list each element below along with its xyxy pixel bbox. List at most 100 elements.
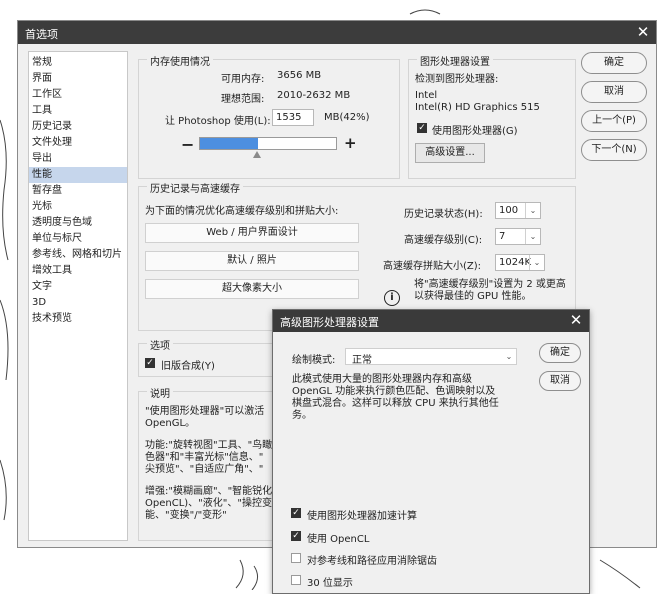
antialias-label: 对参考线和路径应用消除锯齿	[307, 556, 437, 567]
draw-mode-combo[interactable]: 正常 ⌄	[345, 348, 517, 366]
close-icon[interactable]: ✕	[634, 22, 652, 42]
cache-levels-value: 7	[499, 231, 506, 242]
advanced-gpu-titlebar: 高级图形处理器设置 ✕	[273, 310, 589, 332]
available-memory-value: 3656 MB	[277, 70, 322, 81]
antialias-checkbox[interactable]	[291, 553, 301, 563]
tile-size-value: 1024K	[499, 257, 532, 268]
gpu-model: Intel(R) HD Graphics 515	[415, 102, 540, 113]
memory-use-label: 让 Photoshop 使用(L):	[165, 116, 271, 127]
chevron-down-icon: ⌄	[525, 229, 540, 244]
nav-item-3d[interactable]: 3D	[29, 295, 127, 311]
gpu-vendor: Intel	[415, 90, 438, 101]
preferences-nav: 常规 界面 工作区 工具 历史记录 文件处理 导出 性能 暂存盘 光标 透明度与…	[28, 51, 128, 541]
memory-slider[interactable]	[199, 137, 337, 150]
nav-item-tech-preview[interactable]: 技术预览	[29, 311, 127, 327]
memory-legend: 内存使用情况	[147, 53, 213, 68]
nav-item-plugins[interactable]: 增效工具	[29, 263, 127, 279]
use-gpu-checkbox[interactable]: ✓	[417, 123, 427, 133]
opencl-label: 使用 OpenCL	[307, 534, 370, 545]
advanced-gpu-dialog: 高级图形处理器设置 ✕ 绘制模式: 正常 ⌄ 确定 取消 此模式使用大量的图形处…	[272, 309, 590, 594]
mode-desc-line1: 此模式使用大量的图形处理器内存和高级	[292, 374, 472, 385]
description-p1-line2: OpenGL。	[145, 418, 196, 429]
nav-item-cursors[interactable]: 光标	[29, 199, 127, 215]
description-legend: 说明	[147, 385, 173, 400]
history-cache-legend: 历史记录与高速缓存	[147, 180, 243, 195]
draw-mode-label: 绘制模式:	[292, 355, 336, 366]
prev-button[interactable]: 上一个(P)	[581, 110, 647, 132]
chevron-down-icon: ⌄	[525, 203, 540, 218]
preset-default-photo-button[interactable]: 默认 / 照片	[145, 251, 359, 271]
cache-levels-combo[interactable]: 7 ⌄	[495, 228, 541, 245]
memory-use-input[interactable]: 1535	[272, 109, 314, 126]
gpu-settings-group: 图形处理器设置 检测到图形处理器: Intel Intel(R) HD Grap…	[408, 53, 576, 179]
description-p3-line1: 增强:"模糊画廊"、"智能锐化	[145, 486, 273, 497]
nav-item-performance[interactable]: 性能	[29, 167, 127, 183]
advanced-settings-button[interactable]: 高级设置...	[415, 143, 485, 163]
available-memory-label: 可用内存:	[221, 74, 265, 85]
preferences-titlebar: 首选项 ✕	[18, 21, 656, 44]
plus-icon[interactable]: +	[344, 134, 357, 152]
gpu-compute-checkbox[interactable]: ✓	[291, 508, 301, 518]
memory-use-unit: MB(42%)	[324, 112, 370, 123]
nav-item-export[interactable]: 导出	[29, 151, 127, 167]
tile-size-label: 高速缓存拼贴大小(Z):	[383, 261, 482, 272]
gpu-detected-label: 检测到图形处理器:	[415, 74, 499, 85]
preset-huge-pixels-button[interactable]: 超大像素大小	[145, 279, 359, 299]
memory-slider-thumb[interactable]	[253, 151, 261, 158]
history-states-value: 100	[499, 205, 519, 216]
dialog-title: 首选项	[25, 28, 58, 41]
cancel-button[interactable]: 取消	[581, 81, 647, 103]
nav-item-tools[interactable]: 工具	[29, 103, 127, 119]
description-p1-line1: "使用图形处理器"可以激活	[145, 406, 265, 417]
description-p2-line2: 色器"和"丰富光标"信息、"	[145, 452, 264, 463]
30bit-display-checkbox[interactable]	[291, 575, 301, 585]
nav-item-workspace[interactable]: 工作区	[29, 87, 127, 103]
next-button[interactable]: 下一个(N)	[581, 139, 647, 161]
memory-slider-fill	[200, 138, 258, 149]
advanced-gpu-title: 高级图形处理器设置	[280, 316, 379, 329]
memory-usage-group: 内存使用情况 可用内存: 3656 MB 理想范围: 2010-2632 MB …	[138, 53, 400, 179]
description-p3-line2: OpenCL)、"液化"、"操控变	[145, 498, 272, 509]
tile-size-combo[interactable]: 1024K ⌄	[495, 254, 545, 271]
history-states-combo[interactable]: 100 ⌄	[495, 202, 541, 219]
ideal-range-value: 2010-2632 MB	[277, 90, 351, 101]
gpu-compute-label: 使用图形处理器加速计算	[307, 511, 417, 522]
description-p2-line3: 尖预览"、"自适应广角"、"	[145, 464, 264, 475]
chevron-down-icon: ⌄	[529, 255, 544, 270]
draw-mode-value: 正常	[352, 355, 372, 366]
nav-item-guides-grid[interactable]: 参考线、网格和切片	[29, 247, 127, 263]
ideal-range-label: 理想范围:	[221, 94, 265, 105]
optimize-label: 为下面的情况优化高速缓存级别和拼贴大小:	[145, 206, 339, 217]
nav-item-file-handling[interactable]: 文件处理	[29, 135, 127, 151]
legacy-compositing-checkbox[interactable]: ✓	[145, 358, 155, 368]
advanced-cancel-button[interactable]: 取消	[539, 371, 581, 391]
advanced-ok-button[interactable]: 确定	[539, 343, 581, 363]
nav-item-scratch-disks[interactable]: 暂存盘	[29, 183, 127, 199]
options-legend: 选项	[147, 337, 173, 352]
nav-item-history[interactable]: 历史记录	[29, 119, 127, 135]
cache-info-text: 将"高速缓存级别"设置为 2 或更高以获得最佳的 GPU 性能。	[414, 279, 566, 302]
mode-desc-line3: 棋盘式混合。这样可以释放 CPU 来执行其他任	[292, 398, 499, 409]
cache-levels-label: 高速缓存级别(C):	[404, 235, 483, 246]
30bit-display-label: 30 位显示	[307, 578, 353, 589]
close-icon[interactable]: ✕	[567, 310, 585, 330]
ok-button[interactable]: 确定	[581, 52, 647, 74]
nav-item-units-rulers[interactable]: 单位与标尺	[29, 231, 127, 247]
nav-item-transparency[interactable]: 透明度与色域	[29, 215, 127, 231]
info-icon: i	[384, 290, 400, 306]
mode-desc-line4: 务。	[292, 410, 312, 421]
gpu-legend: 图形处理器设置	[417, 53, 493, 68]
nav-item-type[interactable]: 文字	[29, 279, 127, 295]
history-states-label: 历史记录状态(H):	[404, 209, 483, 220]
minus-icon[interactable]: −	[181, 135, 194, 154]
description-p2-line1: 功能:"旋转视图"工具、"鸟瞰	[145, 440, 273, 451]
chevron-down-icon: ⌄	[505, 352, 513, 361]
nav-item-interface[interactable]: 界面	[29, 71, 127, 87]
preset-web-ui-button[interactable]: Web / 用户界面设计	[145, 223, 359, 243]
legacy-compositing-label: 旧版合成(Y)	[161, 361, 215, 372]
opencl-checkbox[interactable]: ✓	[291, 531, 301, 541]
use-gpu-label: 使用图形处理器(G)	[432, 126, 518, 137]
mode-desc-line2: OpenGL 功能来执行颜色匹配、色调映射以及	[292, 386, 496, 397]
description-p3-line3: 能、"变换"/"变形"	[145, 510, 227, 521]
nav-item-general[interactable]: 常规	[29, 55, 127, 71]
